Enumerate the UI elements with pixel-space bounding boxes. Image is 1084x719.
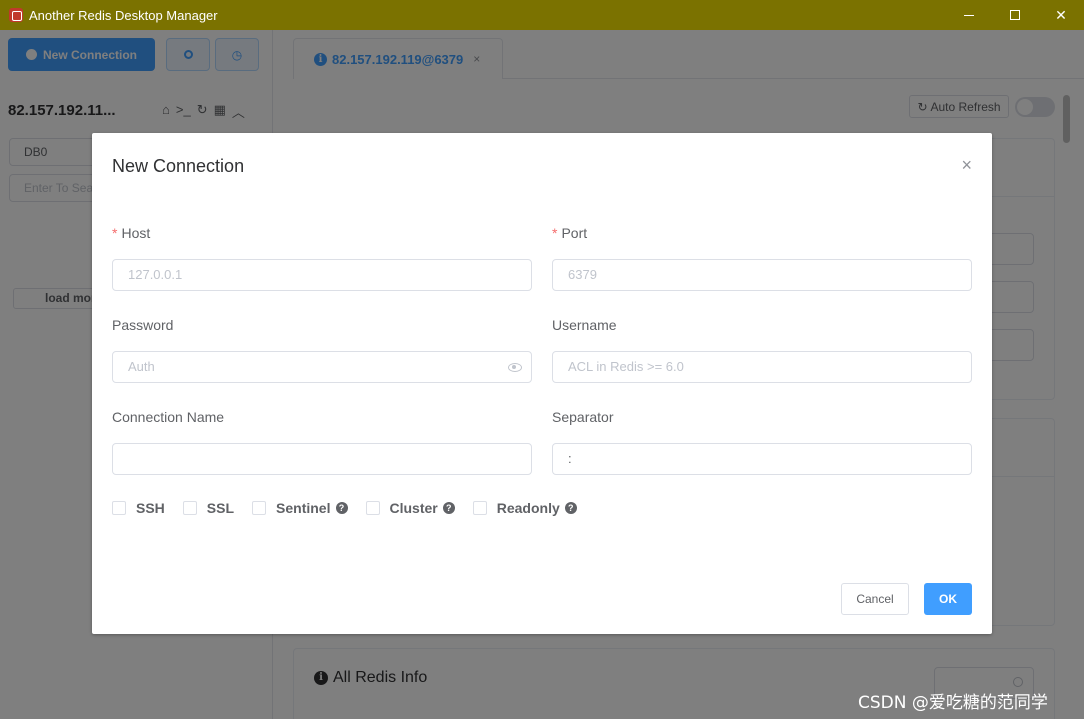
username-input[interactable]: ACL in Redis >= 6.0 xyxy=(552,351,972,383)
checkbox-box[interactable] xyxy=(252,501,267,515)
required-mark: * xyxy=(112,225,118,241)
readonly-checkbox[interactable]: Readonly ? xyxy=(472,500,577,516)
window-controls: ✕ xyxy=(946,0,1084,30)
title-bar: Another Redis Desktop Manager ✕ xyxy=(0,0,1084,30)
checkbox-box[interactable] xyxy=(472,501,487,515)
ssh-checkbox[interactable]: SSH xyxy=(112,500,165,516)
dialog-close-icon[interactable]: × xyxy=(961,155,972,176)
password-label: Password xyxy=(112,317,174,333)
checkbox-box[interactable] xyxy=(365,501,380,515)
checkbox-box[interactable] xyxy=(182,501,197,515)
sentinel-label: Sentinel xyxy=(276,500,331,516)
cluster-checkbox[interactable]: Cluster ? xyxy=(365,500,455,516)
port-label-text: Port xyxy=(561,225,588,241)
host-label: * Host xyxy=(112,225,150,241)
cancel-button[interactable]: Cancel xyxy=(841,583,909,615)
cluster-label: Cluster xyxy=(389,500,438,516)
password-placeholder: Auth xyxy=(128,359,155,374)
dialog-title: New Connection xyxy=(112,156,245,176)
required-mark: * xyxy=(552,225,558,241)
option-checkboxes: SSH SSL Sentinel ? Cluster ? Readonly ? xyxy=(112,500,595,516)
ssh-label: SSH xyxy=(136,500,165,516)
new-connection-dialog: New Connection × * Host 127.0.0.1 * Port 6… xyxy=(92,133,992,634)
help-icon[interactable]: ? xyxy=(335,502,348,514)
help-icon[interactable]: ? xyxy=(564,502,577,514)
maximize-icon xyxy=(1010,10,1020,20)
window-title: Another Redis Desktop Manager xyxy=(29,7,218,23)
ssl-label: SSL xyxy=(206,500,235,516)
minimize-icon xyxy=(964,14,974,16)
minimize-button[interactable] xyxy=(946,0,992,30)
connection-name-input[interactable] xyxy=(112,443,532,475)
ok-button[interactable]: OK xyxy=(924,583,972,615)
maximize-button[interactable] xyxy=(992,0,1038,30)
connection-name-label: Connection Name xyxy=(112,409,225,425)
port-label: * Port xyxy=(552,225,587,241)
checkbox-box[interactable] xyxy=(112,501,126,515)
close-icon: ✕ xyxy=(1055,6,1067,23)
app-logo-icon xyxy=(9,8,23,22)
host-input[interactable]: 127.0.0.1 xyxy=(112,259,532,291)
password-input[interactable]: Auth xyxy=(112,351,532,383)
separator-label: Separator xyxy=(552,409,614,425)
close-window-button[interactable]: ✕ xyxy=(1038,0,1084,30)
username-label: Username xyxy=(552,317,617,333)
readonly-label: Readonly xyxy=(496,500,560,516)
port-input[interactable]: 6379 xyxy=(552,259,972,291)
help-icon[interactable]: ? xyxy=(442,502,455,514)
eye-icon[interactable] xyxy=(508,363,522,372)
watermark: CSDN @爱吃糖的范同学 xyxy=(858,693,1048,713)
separator-input[interactable]: : xyxy=(552,443,972,475)
host-label-text: Host xyxy=(121,225,151,241)
ssl-checkbox[interactable]: SSL xyxy=(182,500,235,516)
sentinel-checkbox[interactable]: Sentinel ? xyxy=(252,500,348,516)
